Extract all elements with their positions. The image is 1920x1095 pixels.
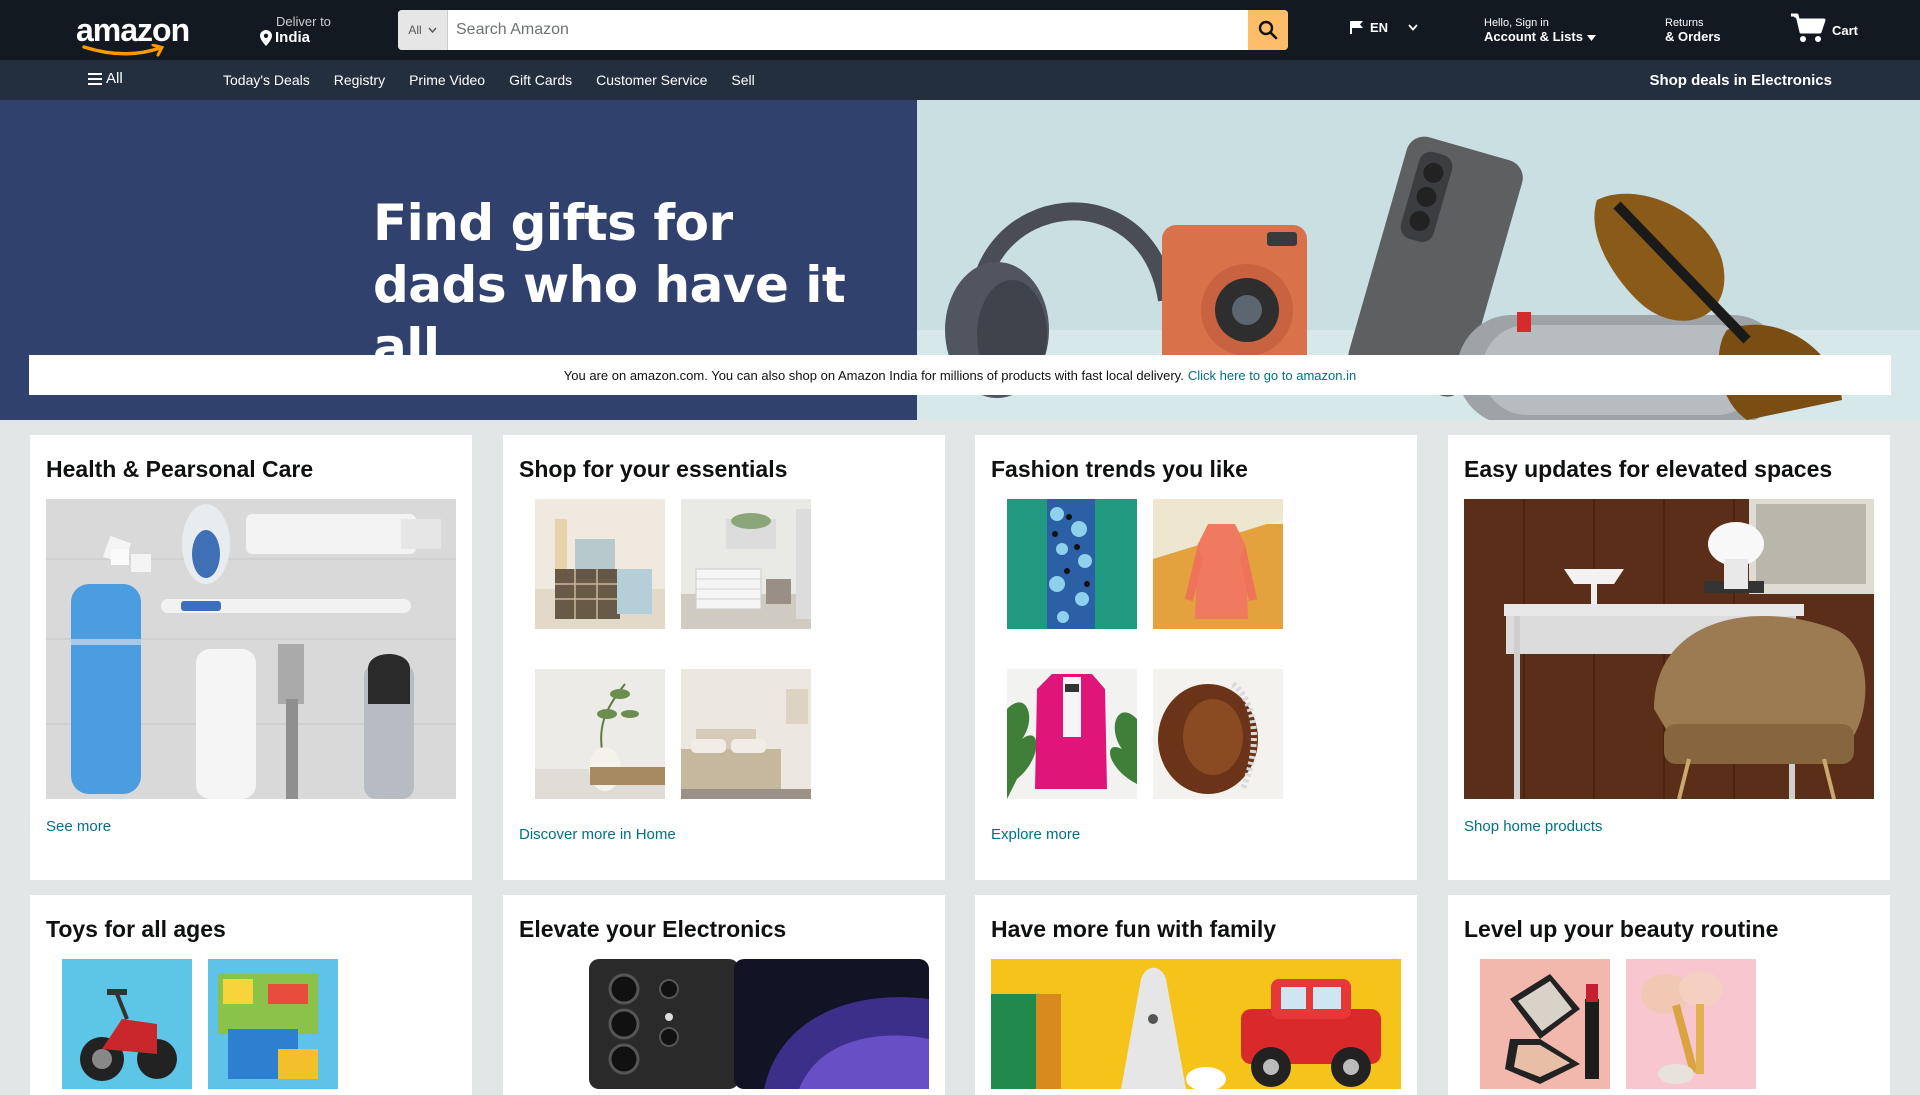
see-more-link[interactable]: See more [46, 818, 111, 835]
chevron-down-icon [428, 27, 437, 33]
card-beauty: Level up your beauty routine [1448, 895, 1890, 1095]
deliver-to-location[interactable]: Deliver to India [260, 14, 331, 46]
card-family-fun: Have more fun with family [975, 895, 1417, 1095]
essentials-plant-image[interactable] [535, 669, 665, 799]
deliver-to-label: Deliver to [276, 14, 331, 29]
card-title: Toys for all ages [46, 916, 226, 942]
family-toys-image[interactable] [991, 959, 1401, 1089]
card-title: Have more fun with family [991, 916, 1277, 942]
chevron-down-icon [1408, 24, 1418, 31]
essentials-bedroom-image[interactable] [681, 669, 811, 799]
all-menu-label: All [106, 70, 123, 87]
secondary-navbar: All Today's Deals Registry Prime Video G… [0, 60, 1920, 100]
returns-label: Returns [1665, 17, 1704, 29]
search-category-dropdown[interactable]: All [398, 10, 448, 50]
account-lists-row: Account & Lists [1484, 29, 1596, 44]
fashion-wig-accessory-image[interactable] [1153, 669, 1283, 799]
sign-in-greeting: Hello, Sign in [1484, 17, 1549, 29]
essentials-basket-image[interactable] [535, 499, 665, 629]
card-elevated-spaces: Easy updates for elevated spaces Shop ho… [1448, 435, 1890, 880]
subnav-todays-deals[interactable]: Today's Deals [223, 72, 310, 88]
search-category-value: All [408, 23, 422, 37]
card-title: Easy updates for elevated spaces [1464, 456, 1833, 482]
card-title: Elevate your Electronics [519, 916, 787, 942]
top-navbar: amazon Deliver to India All Search Amazo… [0, 0, 1920, 60]
subnav-registry[interactable]: Registry [334, 72, 385, 88]
hero-banner[interactable]: Find gifts for dads who have it all You … [0, 100, 1920, 420]
amazon-logo[interactable]: amazon [76, 12, 190, 57]
subnav-gift-cards[interactable]: Gift Cards [509, 72, 572, 88]
menu-icon [88, 72, 102, 85]
logo-text: amazon [76, 12, 190, 48]
flag-icon [1350, 21, 1363, 34]
card-electronics: Elevate your Electronics [503, 895, 945, 1095]
card-title: Level up your beauty routine [1464, 916, 1779, 942]
toys-duplo-image[interactable] [208, 959, 338, 1089]
card-title: Shop for your essentials [519, 456, 788, 482]
subnav-prime-video[interactable]: Prime Video [409, 72, 485, 88]
card-fashion-trends: Fashion trends you like Explore more [975, 435, 1417, 880]
amazon-india-notice: You are on amazon.com. You can also shop… [29, 355, 1891, 395]
health-products-image[interactable] [46, 499, 456, 799]
search-input[interactable] [448, 10, 1248, 50]
deliver-to-country-row: India [260, 29, 331, 46]
subnav-customer-service[interactable]: Customer Service [596, 72, 707, 88]
card-title: Fashion trends you like [991, 456, 1248, 482]
shop-deals-electronics-link[interactable]: Shop deals in Electronics [1649, 72, 1832, 89]
account-and-lists[interactable]: Hello, Sign in Account & Lists [1484, 17, 1596, 44]
beauty-brushes-image[interactable] [1626, 959, 1756, 1089]
smile-icon [82, 44, 165, 57]
discover-more-home-link[interactable]: Discover more in Home [519, 826, 676, 843]
card-toys: Toys for all ages [30, 895, 472, 1095]
subnav-sell[interactable]: Sell [731, 72, 754, 88]
essentials-storage-image[interactable] [681, 499, 811, 629]
caret-down-icon [1586, 35, 1596, 41]
search-button[interactable] [1248, 10, 1288, 50]
orders-label: & Orders [1665, 29, 1721, 44]
beauty-compact-image[interactable] [1480, 959, 1610, 1089]
deliver-to-country: India [275, 29, 311, 46]
go-to-amazon-in-link[interactable]: Click here to go to amazon.in [1188, 368, 1356, 383]
location-pin-icon [260, 29, 272, 46]
fashion-green-dress-image[interactable] [1007, 499, 1137, 629]
shop-home-products-link[interactable]: Shop home products [1464, 818, 1602, 835]
cart-label: Cart [1832, 23, 1859, 38]
hero-title-line-1: Find gifts for [373, 194, 733, 252]
fashion-magenta-jacket-image[interactable] [1007, 669, 1137, 799]
card-essentials: Shop for your essentials Discover more i… [503, 435, 945, 880]
all-menu-button[interactable]: All [88, 70, 123, 87]
electronics-smartphone-image[interactable] [589, 959, 929, 1089]
fashion-pink-top-image[interactable] [1153, 499, 1283, 629]
cart-button[interactable]: Cart [1790, 12, 1858, 44]
explore-more-link[interactable]: Explore more [991, 826, 1080, 843]
toys-ride-on-bike-image[interactable] [62, 959, 192, 1089]
account-lists-label: Account & Lists [1484, 29, 1583, 44]
language-code: EN [1370, 20, 1389, 35]
returns-and-orders[interactable]: Returns & Orders [1665, 17, 1721, 44]
cart-icon [1791, 13, 1826, 42]
hero-title: Find gifts for dads who have it all [373, 192, 917, 378]
card-health-personal-care: Health & Pearsonal Care See more [30, 435, 472, 880]
home-office-image[interactable] [1464, 499, 1874, 799]
notice-text: You are on amazon.com. You can also shop… [563, 367, 1184, 383]
subnav-links: Today's Deals Registry Prime Video Gift … [223, 72, 755, 88]
card-title: Health & Pearsonal Care [46, 456, 314, 482]
search-bar: All [398, 10, 1288, 50]
language-selector[interactable]: EN [1350, 20, 1418, 35]
search-icon [1258, 20, 1278, 40]
